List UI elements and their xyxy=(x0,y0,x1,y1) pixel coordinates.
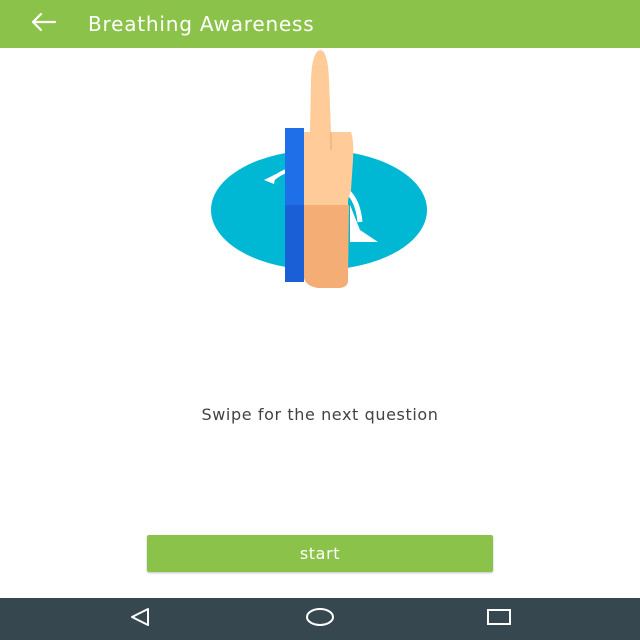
swipe-hint-text: Swipe for the next question xyxy=(201,405,439,424)
page-title: Breathing Awareness xyxy=(88,12,315,36)
swipe-gesture-icon xyxy=(211,50,427,288)
swipe-gesture-illustration xyxy=(200,50,440,295)
system-nav-bar xyxy=(0,598,640,640)
nav-recents-button[interactable] xyxy=(469,598,529,640)
nav-back-button[interactable] xyxy=(110,598,170,640)
app-bar: Breathing Awareness xyxy=(0,0,640,48)
app-screen: Breathing Awareness Swipe for the next q… xyxy=(0,0,640,640)
start-button[interactable]: start xyxy=(147,535,493,572)
back-button[interactable] xyxy=(26,8,62,40)
nav-home-icon xyxy=(304,606,336,632)
nav-back-icon xyxy=(127,606,153,632)
arrow-back-icon xyxy=(30,10,58,38)
nav-home-button[interactable] xyxy=(290,598,350,640)
nav-recents-icon xyxy=(485,606,513,632)
